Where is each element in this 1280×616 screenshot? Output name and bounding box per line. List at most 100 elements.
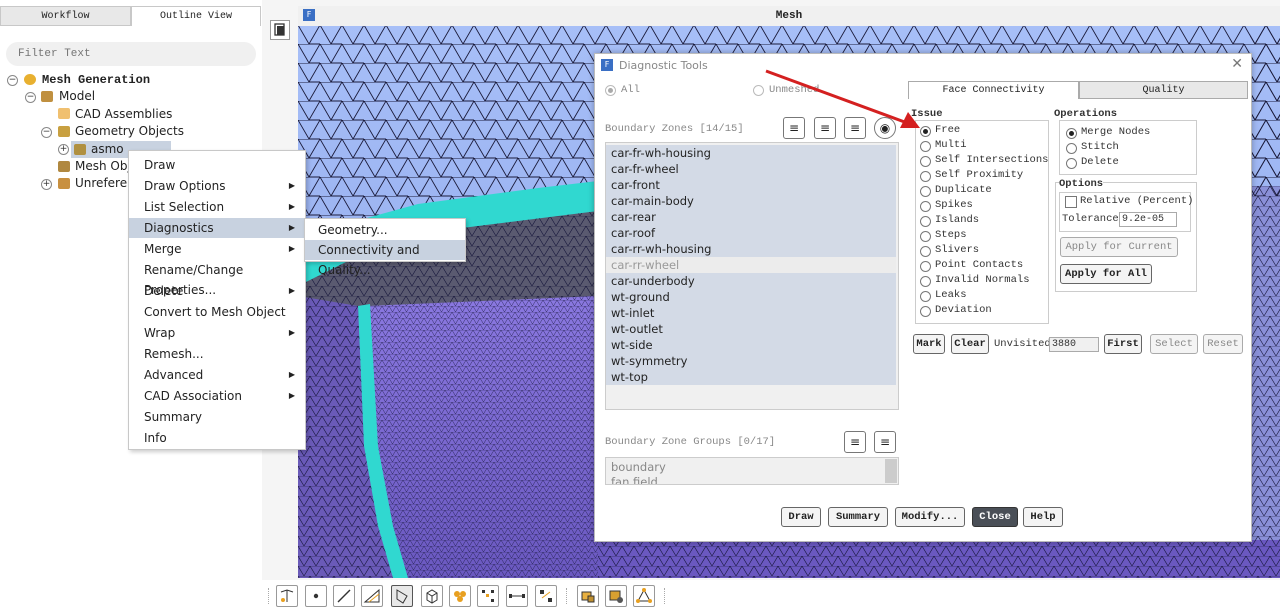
zone-select-icon[interactable] (449, 585, 471, 607)
tab-workflow[interactable]: Workflow (0, 6, 131, 26)
object-select-icon[interactable] (577, 585, 599, 607)
scrollbar[interactable] (885, 459, 897, 483)
tree-unreferenced[interactable]: Unreferen (75, 175, 135, 192)
menu-item-remesh[interactable]: Remesh... (129, 344, 305, 364)
tree-cad-assemblies[interactable]: CAD Assemblies (75, 106, 172, 123)
list-item[interactable]: car-main-body (606, 193, 896, 209)
point-select-icon[interactable] (305, 585, 327, 607)
menu-item-draw[interactable]: Draw (129, 155, 305, 175)
select-button[interactable]: Select (1150, 334, 1198, 354)
merge-nodes-radio[interactable] (1066, 128, 1077, 139)
submenu-item-connectivity-quality[interactable]: Connectivity and Quality... (305, 240, 465, 277)
modify-button[interactable]: Modify... (895, 507, 965, 527)
list-item[interactable]: wt-top (606, 369, 896, 385)
face-select-icon[interactable] (391, 585, 413, 607)
list-item[interactable]: boundary (611, 460, 666, 474)
list-item[interactable]: wt-outlet (606, 321, 896, 337)
mark-button[interactable]: Mark (913, 334, 945, 354)
issue-radio[interactable] (920, 261, 931, 272)
submenu-item-geometry[interactable]: Geometry... (305, 220, 465, 240)
menu-item-list-selection[interactable]: List Selection ▶ (129, 197, 305, 217)
tab-face-connectivity[interactable]: Face Connectivity (908, 81, 1079, 99)
issue-radio[interactable] (920, 276, 931, 287)
boundary-zones-list[interactable]: car-fr-wh-housing car-fr-wheel car-front… (605, 142, 899, 410)
topology-icon[interactable] (633, 585, 655, 607)
issue-radio[interactable] (920, 171, 931, 182)
issue-radio[interactable] (920, 246, 931, 257)
relative-checkbox[interactable] (1065, 196, 1077, 208)
multi-select-icon[interactable] (535, 585, 557, 607)
tree-root[interactable]: Mesh Generation (42, 72, 150, 89)
list-item[interactable]: car-roof (606, 225, 896, 241)
menu-item-wrap[interactable]: Wrap ▶ (129, 323, 305, 343)
tab-outline-view[interactable]: Outline View (131, 6, 261, 26)
list-item[interactable]: car-rr-wh-housing (606, 241, 896, 257)
viewport-title: Mesh (298, 6, 1280, 26)
list-item[interactable]: fan field (611, 475, 658, 484)
close-icon[interactable]: ✕ (1231, 56, 1243, 72)
edge-select-icon[interactable] (506, 585, 528, 607)
list-item[interactable]: car-fr-wh-housing (606, 145, 896, 161)
issue-radio[interactable] (920, 306, 931, 317)
tree-asmo[interactable]: asmo (91, 141, 124, 158)
nodes-select-icon[interactable] (477, 585, 499, 607)
expand-icon[interactable]: + (41, 179, 52, 190)
collapse-icon[interactable]: − (41, 127, 52, 138)
menu-item-cad-association[interactable]: CAD Association ▶ (129, 386, 305, 406)
menu-item-summary[interactable]: Summary (129, 407, 305, 427)
menu-item-delete[interactable]: Delete ▶ (129, 281, 305, 301)
list-item[interactable]: car-underbody (606, 273, 896, 289)
tolerance-field[interactable]: 9.2e-05 (1119, 212, 1177, 227)
stitch-radio[interactable] (1066, 143, 1077, 154)
zone-groups-list[interactable]: boundary fan field (605, 457, 899, 485)
first-button[interactable]: First (1104, 334, 1142, 354)
collapse-icon[interactable]: − (25, 92, 36, 103)
close-button[interactable]: Close (972, 507, 1018, 527)
delete-radio[interactable] (1066, 158, 1077, 169)
issue-radio[interactable] (920, 231, 931, 242)
list-item[interactable]: car-rr-wheel (606, 257, 896, 273)
menu-item-rename[interactable]: Rename/Change Properties... (129, 260, 305, 297)
apply-all-button[interactable]: Apply for All (1060, 264, 1152, 284)
object-group-icon[interactable] (605, 585, 627, 607)
issue-radio[interactable] (920, 216, 931, 227)
menu-item-diagnostics[interactable]: Diagnostics ▶ (129, 218, 305, 238)
line-select-icon[interactable] (333, 585, 355, 607)
tree-geometry-objects[interactable]: Geometry Objects (75, 123, 184, 140)
summary-button[interactable]: Summary (828, 507, 888, 527)
issue-radio[interactable] (920, 201, 931, 212)
issue-radio[interactable] (920, 141, 931, 152)
clear-button[interactable]: Clear (951, 334, 989, 354)
list-item[interactable]: car-fr-wheel (606, 161, 896, 177)
collapse-icon[interactable]: − (7, 75, 18, 86)
filter-selection-icon[interactable] (276, 585, 298, 607)
menu-item-info[interactable]: Info (129, 428, 305, 448)
list-item[interactable]: wt-side (606, 337, 896, 353)
select-all-groups-icon[interactable]: ≡ (844, 431, 866, 453)
filter-input[interactable] (6, 42, 256, 66)
list-item[interactable]: car-front (606, 177, 896, 193)
list-item[interactable]: car-rear (606, 209, 896, 225)
polyline-select-icon[interactable] (361, 585, 383, 607)
list-item[interactable]: wt-ground (606, 289, 896, 305)
deselect-all-groups-icon[interactable]: ≡ (874, 431, 896, 453)
reset-button[interactable]: Reset (1203, 334, 1243, 354)
issue-radio[interactable] (920, 156, 931, 167)
list-item[interactable]: wt-symmetry (606, 353, 896, 369)
cell-select-icon[interactable] (421, 585, 443, 607)
menu-item-merge[interactable]: Merge ▶ (129, 239, 305, 259)
tab-quality[interactable]: Quality (1079, 81, 1248, 99)
menu-item-draw-options[interactable]: Draw Options ▶ (129, 176, 305, 196)
scope-all-radio[interactable] (605, 85, 616, 96)
tree-model[interactable]: Model (59, 88, 95, 105)
issue-radio[interactable] (920, 186, 931, 197)
copy-icon[interactable] (270, 20, 290, 40)
apply-current-button[interactable]: Apply for Current (1060, 237, 1178, 257)
list-item[interactable]: wt-inlet (606, 305, 896, 321)
help-button[interactable]: Help (1023, 507, 1063, 527)
menu-item-advanced[interactable]: Advanced ▶ (129, 365, 305, 385)
issue-radio[interactable] (920, 291, 931, 302)
menu-item-convert[interactable]: Convert to Mesh Object (129, 302, 305, 322)
expand-icon[interactable]: + (58, 144, 69, 155)
draw-button[interactable]: Draw (781, 507, 821, 527)
